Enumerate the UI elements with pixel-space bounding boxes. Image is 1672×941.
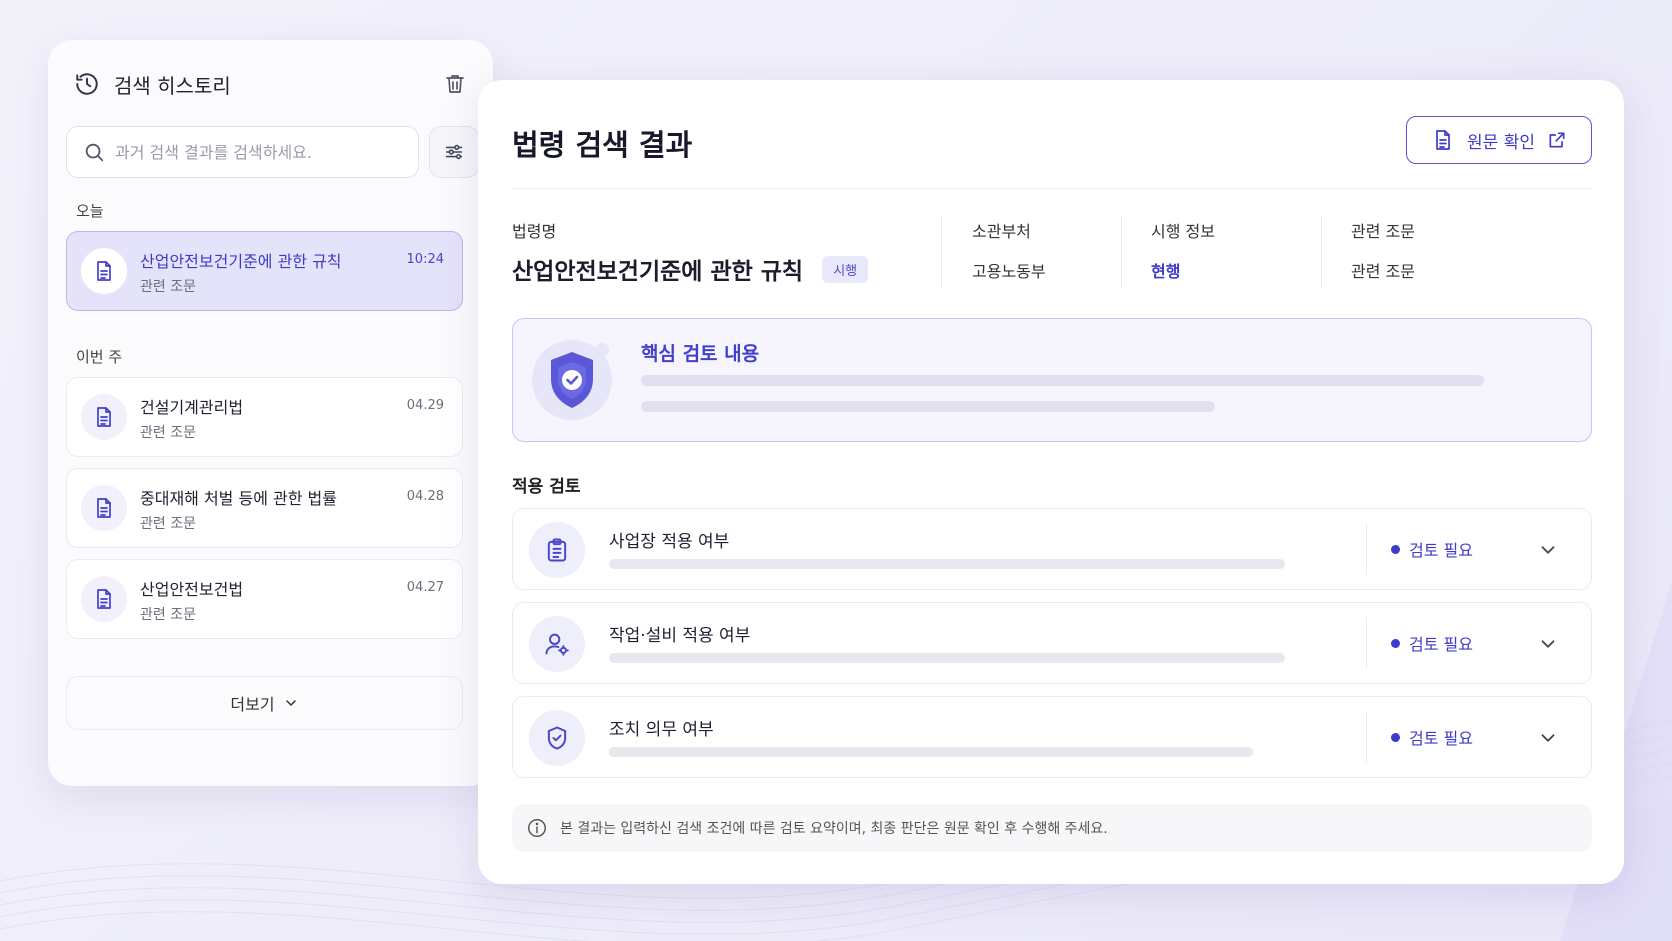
document-icon [81,394,127,440]
history-item-active[interactable]: 산업안전보건기준에 관한 규칙 관련 조문 10:24 [66,231,463,311]
history-item-subtitle: 관련 조문 [140,425,196,441]
search-icon [85,143,104,162]
info-icon [528,819,546,837]
header-divider [512,188,1592,189]
history-item-time: 04.27 [406,580,444,595]
history-item-time: 04.29 [406,398,444,413]
document-icon [81,576,127,622]
document-icon [81,485,127,531]
dept-value: 고용노동부 [972,262,1046,281]
row-divider [1366,523,1367,575]
law-name-row: 산업안전보건기준에 관한 규칙 시행 [512,252,869,286]
status-dot [1391,732,1400,742]
review-status-label: 검토 필요 [1409,635,1473,654]
meta-article: 관련 조문 관련 조문 [1351,218,1415,281]
status-dot [1391,638,1400,648]
row-divider [1366,617,1367,669]
history-item-title: 건설기계관리법 [140,398,244,417]
group-label-today: 오늘 [76,202,104,220]
chevron-down-icon [285,700,296,706]
meta-divider [1321,216,1322,288]
meta-law: 법령명 산업안전보건기준에 관한 규칙 시행 [512,218,869,285]
load-more-button[interactable]: 더보기 [66,676,463,730]
chevron-down-icon[interactable] [1537,633,1559,655]
status-dot [1391,544,1400,554]
notice-bar: 본 결과는 입력하신 검색 조건에 따른 검토 요약이며, 최종 판단은 원문 … [512,804,1592,852]
review-status: 검토 필요 [1391,537,1473,561]
view-original-button[interactable]: 원문 확인 [1406,116,1592,164]
history-header: 검색 히스토리 [74,68,467,100]
status-badge: 시행 [822,256,869,283]
review-row-equipment[interactable]: 작업·설비 적용 여부 검토 필요 [512,602,1592,684]
history-item-subtitle: 관련 조문 [140,607,196,623]
group-label-this-week: 이번 주 [76,348,123,366]
filter-sliders-icon [445,144,463,160]
history-item-title: 산업안전보건법 [140,580,244,599]
law-name: 산업안전보건기준에 관한 규칙 [512,259,804,285]
review-title: 조치 의무 여부 [609,720,714,740]
article-value: 관련 조문 [1351,262,1415,281]
result-title: 법령 검색 결과 [512,128,693,162]
history-search-input[interactable] [115,142,375,162]
document-icon [1436,130,1450,150]
meta-status: 시행 정보 현행 [1151,218,1215,281]
placeholder-line [641,401,1215,412]
history-item[interactable]: 건설기계관리법 관련 조문 04.29 [66,377,463,457]
load-more-label: 더보기 [230,695,275,714]
history-item-time: 10:24 [406,252,444,267]
history-item[interactable]: 중대재해 처벌 등에 관한 법률 관련 조문 04.28 [66,468,463,548]
history-item[interactable]: 산업안전보건법 관련 조문 04.27 [66,559,463,639]
placeholder-line [609,747,1253,757]
meta-divider [1121,216,1122,288]
history-clock-icon [76,73,98,95]
key-review-card: 핵심 검토 내용 [512,318,1592,442]
dept-label: 소관부처 [972,222,1031,241]
user-gear-icon [529,616,585,672]
status-value: 현행 [1151,262,1181,281]
history-item-time: 04.28 [406,489,444,504]
review-title: 작업·설비 적용 여부 [609,626,751,646]
trash-icon[interactable] [443,72,467,96]
history-item-subtitle: 관련 조문 [140,516,196,532]
history-search-box[interactable] [66,126,419,178]
document-icon [81,248,127,294]
shield-check-icon [532,340,612,420]
review-status: 검토 필요 [1391,725,1473,749]
filter-button[interactable] [429,126,479,178]
section-label-review: 적용 검토 [512,477,581,497]
review-row-workplace[interactable]: 사업장 적용 여부 검토 필요 [512,508,1592,590]
history-item-title: 중대재해 처벌 등에 관한 법률 [140,489,337,508]
review-row-obligation[interactable]: 조치 의무 여부 검토 필요 [512,696,1592,778]
law-name-label: 법령명 [512,222,557,241]
placeholder-line [641,375,1484,386]
notice-text: 본 결과는 입력하신 검색 조건에 따른 검토 요약이며, 최종 판단은 원문 … [560,821,1108,837]
history-title: 검색 히스토리 [114,73,231,98]
review-status-label: 검토 필요 [1409,729,1473,748]
history-item-title: 산업안전보건기준에 관한 규칙 [140,252,342,271]
meta-dept: 소관부처 고용노동부 [972,218,1046,281]
key-review-title: 핵심 검토 내용 [641,343,760,365]
history-item-subtitle: 관련 조문 [140,279,196,295]
result-panel: 법령 검색 결과 원문 확인 법령명 산업안전보건기준에 관한 규칙 시행 소관… [478,80,1624,884]
meta-divider [941,216,942,288]
review-title: 사업장 적용 여부 [609,532,730,552]
placeholder-line [609,653,1285,663]
shield-check-icon [529,710,585,766]
chevron-down-icon[interactable] [1537,727,1559,749]
history-search-row [66,126,479,178]
external-link-icon [1549,132,1565,148]
chevron-down-icon[interactable] [1537,539,1559,561]
clipboard-icon [529,522,585,578]
placeholder-line [609,559,1285,569]
row-divider [1366,711,1367,763]
status-label: 시행 정보 [1151,222,1215,241]
review-status-label: 검토 필요 [1409,541,1473,560]
view-original-label: 원문 확인 [1467,132,1535,153]
article-label: 관련 조문 [1351,222,1415,241]
review-status: 검토 필요 [1391,631,1473,655]
history-panel: 검색 히스토리 오늘 산업안전보건기준에 관한 규칙 관련 조문 10:24 [48,40,493,786]
